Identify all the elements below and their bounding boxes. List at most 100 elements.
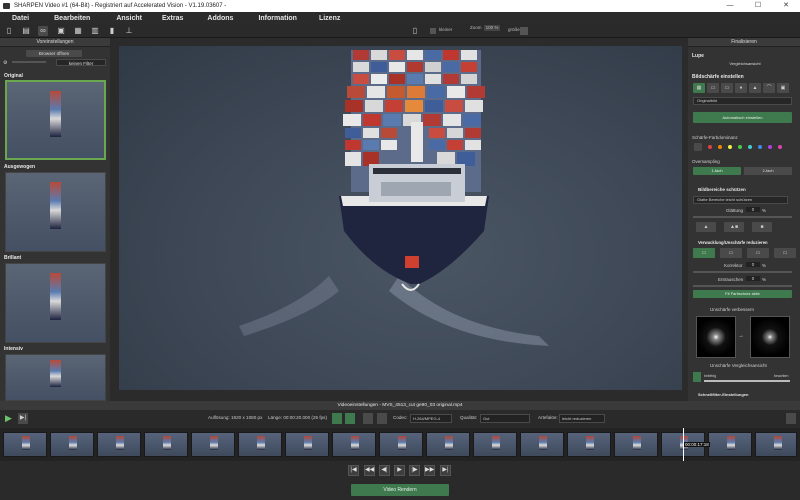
corrector-value[interactable]: 0 [746,262,760,267]
mode-4-icon[interactable]: ♦ [735,83,747,93]
film-frame[interactable] [144,432,188,457]
blur-compare-label[interactable]: Unschärfe Vergleichsansicht [710,363,767,368]
preset-thumb-intensiv[interactable] [5,354,106,401]
oversampling-2x-button[interactable]: 2-fach [744,167,792,175]
next-frame-button[interactable]: |▶ [409,465,420,476]
corrector-slider[interactable] [693,271,792,273]
mode-6-icon[interactable]: ⌒ [763,83,775,93]
print-icon[interactable]: ▥ [90,26,100,36]
chart-icon[interactable]: ⊥ [124,26,134,36]
oversampling-1x-button[interactable]: 1-fach [693,167,741,175]
smoothing-slider[interactable] [693,216,792,218]
settings-icon[interactable] [786,413,796,424]
artifacts-select[interactable]: leicht reduzieren [559,414,605,423]
zoom-out-icon[interactable] [430,28,436,34]
protect-1-icon[interactable]: ▲ [696,222,716,232]
film-frame[interactable] [567,432,611,457]
preset-thumb-brillant[interactable] [5,263,106,343]
fullscreen-icon[interactable] [363,413,373,424]
menu-information[interactable]: Information [233,15,297,22]
mode-7-icon[interactable]: ▣ [777,83,789,93]
fit-colorprotect-button[interactable]: Fit Farbschutz aktiv [693,290,792,298]
film-frame[interactable] [708,432,752,457]
info-icon[interactable]: ▮ [107,26,117,36]
menu-datei[interactable]: Datei [0,15,29,22]
menu-ansicht[interactable]: Ansicht [90,15,142,22]
film-frame[interactable] [50,432,94,457]
play-icon[interactable]: ▶ [5,413,16,424]
minimize-button[interactable]: — [716,0,744,12]
blur-compare-slider[interactable] [704,380,790,382]
maximize-button[interactable]: ☐ [744,0,772,12]
filter-select[interactable]: keinen Filter [56,59,106,66]
export-icon[interactable]: ▣ [56,26,66,36]
first-frame-button[interactable]: |◀ [348,465,359,476]
menu-extras[interactable]: Extras [142,15,183,22]
color-red[interactable] [708,145,712,149]
film-frame[interactable] [520,432,564,457]
preset-thumb-ausgewogen[interactable] [5,172,106,252]
film-frame[interactable] [426,432,470,457]
menu-lizenz[interactable]: Lizenz [297,15,340,22]
mode-3-icon[interactable]: ▭ [721,83,733,93]
quality-select[interactable]: Gut [480,414,530,423]
auto-adjust-button[interactable]: Automatisch einstellen [693,112,792,123]
mode-1-icon[interactable]: ▦ [693,83,705,93]
last-frame-button[interactable]: ▶| [440,465,451,476]
preset-thumb-original[interactable] [5,80,106,160]
compare-button[interactable]: Vergleichsansicht [714,60,776,68]
save-icon[interactable]: ▦ [73,26,83,36]
color-all-button[interactable] [694,143,702,151]
monitor-icon[interactable] [377,413,387,424]
film-frame[interactable] [97,432,141,457]
color-purple[interactable] [768,145,772,149]
mode-2-icon[interactable]: ▭ [707,83,719,93]
zoom-value[interactable]: 100 % [484,25,500,31]
blur-mode-3-icon[interactable]: ▭ [747,248,769,258]
color-magenta[interactable] [778,145,782,149]
codec-select[interactable]: H.264/MPEG-4 [410,414,452,423]
render-video-button[interactable]: Video Rendern [351,484,449,496]
filter-slider[interactable] [12,61,46,63]
rewind-button[interactable]: ◀◀ [364,465,375,476]
prev-frame-button[interactable]: ◀| [379,465,390,476]
color-cyan[interactable] [748,145,752,149]
film-frame[interactable] [614,432,658,457]
protect-3-icon[interactable]: ■ [752,222,772,232]
original-select[interactable]: Originalbild [693,97,792,105]
single-view-icon[interactable] [345,413,355,424]
color-orange[interactable] [718,145,722,149]
open-file-icon[interactable]: ▤ [21,26,31,36]
blur-mode-2-icon[interactable]: ▭ [720,248,742,258]
browse-button[interactable]: Browser öffnen [26,50,82,57]
link-icon[interactable]: ∞ [38,26,48,36]
color-blue[interactable] [758,145,762,149]
film-frame[interactable] [379,432,423,457]
blur-mode-1-icon[interactable]: ▭ [693,248,715,258]
step-icon[interactable]: ▶| [18,413,28,424]
color-yellow[interactable] [728,145,732,149]
menu-bearbeiten[interactable]: Bearbeiten [29,15,90,22]
blur-slider-icon[interactable] [693,372,701,382]
main-preview-image[interactable] [119,46,682,390]
split-view-icon[interactable] [332,413,342,424]
film-frame[interactable] [238,432,282,457]
protect-select[interactable]: Glatte Bereiche leicht schützen [693,196,788,204]
film-frame[interactable] [332,432,376,457]
fast-forward-button[interactable]: ▶▶ [424,465,435,476]
film-frame[interactable] [285,432,329,457]
blur-mode-4-icon[interactable]: ▭ [774,248,796,258]
film-frame[interactable] [755,432,797,457]
radius-slider[interactable] [693,285,792,287]
play-button[interactable]: ▶ [394,465,405,476]
film-frame[interactable] [3,432,47,457]
new-file-icon[interactable]: ▯ [4,26,14,36]
color-green[interactable] [738,145,742,149]
close-button[interactable]: ✕ [772,0,800,12]
zoom-in-icon[interactable] [520,27,528,35]
menu-addons[interactable]: Addons [183,15,233,22]
filter-icon[interactable]: ⚙ [3,60,7,66]
film-frame[interactable] [191,432,235,457]
mode-5-icon[interactable]: ▲ [749,83,761,93]
protect-2-icon[interactable]: ▲■ [724,222,744,232]
